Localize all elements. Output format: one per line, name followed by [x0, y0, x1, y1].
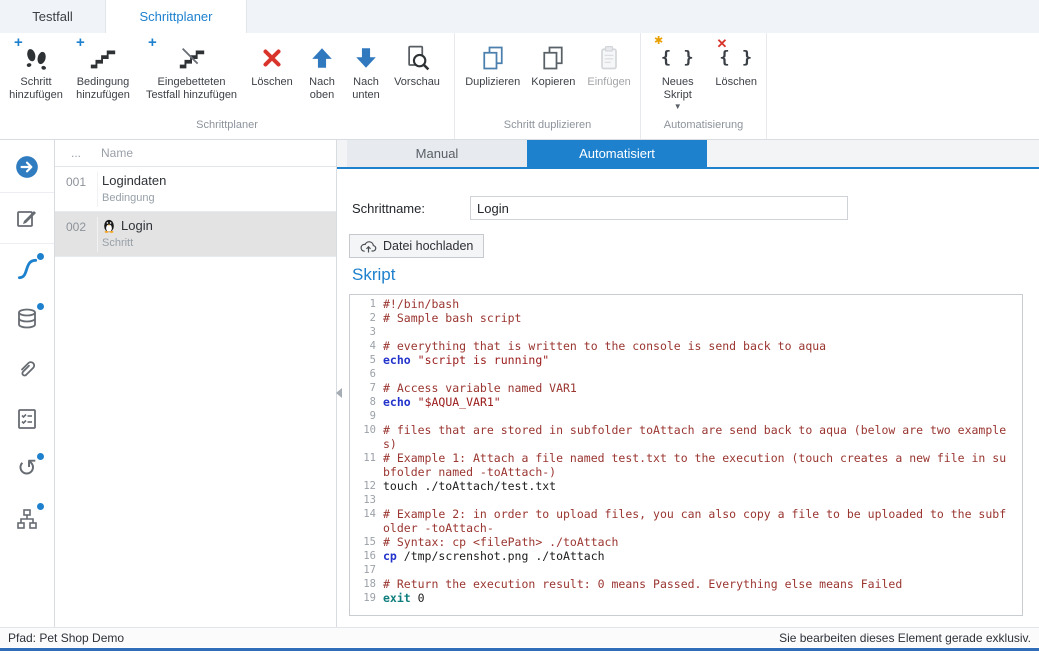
ribbon-group-schritt-duplizieren: Duplizieren Kopieren: [455, 33, 641, 139]
sidebar-item-attachments[interactable]: [0, 344, 54, 394]
column-header-dots[interactable]: ...: [55, 146, 97, 160]
tab-schrittplaner[interactable]: Schrittplaner: [105, 0, 247, 34]
edit-pencil-icon: [15, 206, 39, 230]
flow-curve-icon: [14, 256, 40, 282]
sidebar-item-hierarchy[interactable]: [0, 494, 54, 544]
add-step-button[interactable]: + Schritt hinzufügen: [5, 38, 67, 104]
new-script-braces-icon: { } ✱: [647, 40, 708, 76]
step-type: Bedingung: [102, 192, 166, 204]
sidebar-item-navigate[interactable]: [0, 142, 54, 193]
new-script-dropdown-chevron-icon[interactable]: ▼: [674, 103, 682, 111]
sidebar-item-schrittplaner[interactable]: [0, 244, 54, 294]
go-circle-icon: [14, 154, 40, 180]
delete-script-braces-icon: { } ✕: [710, 40, 762, 76]
database-icon: [15, 307, 39, 331]
status-path: Pfad: Pet Shop Demo: [8, 631, 124, 645]
sidebar-item-data[interactable]: [0, 294, 54, 344]
add-step-label: Schritt hinzufügen: [6, 76, 66, 102]
upload-cloud-icon: [360, 240, 377, 253]
arrow-down-icon: [345, 40, 387, 76]
add-condition-label: Bedingung hinzufügen: [68, 76, 138, 102]
script-editor[interactable]: 1#!/bin/bash2# Sample bash script3 4# ev…: [349, 294, 1023, 616]
step-row-logindaten[interactable]: 001 Logindaten Bedingung: [55, 167, 336, 212]
duplicate-label: Duplizieren: [465, 76, 520, 89]
duplicate-pages-icon: [461, 40, 524, 76]
script-heading: Skript: [352, 265, 395, 285]
checklist-icon: [15, 407, 39, 431]
step-row-login[interactable]: 002: [55, 212, 336, 257]
ribbon-group-label-automatisierung: Automatisierung: [641, 119, 766, 139]
preview-magnifier-icon: [389, 40, 445, 76]
step-name-label: Schrittname:: [352, 201, 470, 216]
step-name-input[interactable]: [470, 196, 848, 220]
paste-label: Einfügen: [587, 76, 630, 89]
delete-step-label: Löschen: [251, 76, 293, 89]
hierarchy-icon: [15, 507, 39, 531]
step-number: 001: [55, 172, 98, 207]
move-up-label: Nach oben: [301, 76, 343, 102]
paste-clipboard-icon: [582, 40, 636, 76]
step-list-header: ... Name: [55, 140, 336, 167]
duplicate-button[interactable]: Duplizieren: [460, 38, 525, 91]
delete-step-button[interactable]: Löschen: [244, 38, 300, 91]
ribbon-group-schrittplaner: + Schritt hinzufügen + Bedingung hinzufü…: [0, 33, 455, 139]
script-lines: 1#!/bin/bash2# Sample bash script3 4# ev…: [350, 297, 1022, 605]
content-area: ↺ ... Name 001: [0, 140, 1039, 627]
step-name: Login: [121, 218, 153, 233]
sidebar-item-history[interactable]: ↺: [0, 444, 54, 494]
column-header-name[interactable]: Name: [97, 146, 133, 160]
status-lock-message: Sie bearbeiten dieses Element gerade exk…: [779, 631, 1031, 645]
step-number: 002: [55, 217, 98, 252]
copy-label: Kopieren: [531, 76, 575, 89]
stairs-add-icon: +: [68, 40, 138, 76]
add-embedded-testcase-button[interactable]: + Eingebetteten Testfall hinzufügen: [139, 38, 244, 104]
copy-pages-icon: [526, 40, 580, 76]
detail-panel: Manual Automatisiert Schrittname: Datei …: [337, 140, 1039, 627]
history-undo-icon: ↺: [17, 457, 37, 481]
preview-label: Vorschau: [394, 76, 440, 89]
sidebar-item-tasks[interactable]: [0, 394, 54, 444]
add-condition-button[interactable]: + Bedingung hinzufügen: [67, 38, 139, 104]
detail-tabstrip: Manual Automatisiert: [337, 140, 1039, 169]
step-name-row: Schrittname:: [352, 196, 848, 220]
ribbon: + Schritt hinzufügen + Bedingung hinzufü…: [0, 33, 1039, 140]
collapse-left-arrow-icon[interactable]: [336, 388, 342, 398]
linux-penguin-icon: [102, 218, 116, 233]
ribbon-group-automatisierung: { } ✱ Neues Skript ▼ { } ✕ Löschen Autom…: [641, 33, 767, 139]
status-bar: Pfad: Pet Shop Demo Sie bearbeiten diese…: [0, 627, 1039, 647]
move-down-button[interactable]: Nach unten: [344, 38, 388, 104]
app-window: Testfall Schrittplaner: [0, 0, 1039, 654]
sidebar-item-edit[interactable]: [0, 193, 54, 244]
footprints-add-icon: +: [6, 40, 66, 76]
add-embedded-testcase-label: Eingebetteten Testfall hinzufügen: [140, 76, 243, 102]
copy-button[interactable]: Kopieren: [525, 38, 581, 91]
upload-file-label: Datei hochladen: [383, 239, 473, 253]
paperclip-icon: [15, 357, 39, 381]
window-bottom-edge: [0, 647, 1039, 654]
step-name: Logindaten: [102, 172, 166, 188]
preview-button[interactable]: Vorschau: [388, 38, 446, 91]
tab-manual[interactable]: Manual: [347, 140, 527, 167]
delete-script-button[interactable]: { } ✕ Löschen: [709, 38, 763, 91]
ribbon-group-label-schritt-duplizieren: Schritt duplizieren: [455, 119, 640, 139]
tab-testfall[interactable]: Testfall: [0, 0, 105, 33]
new-script-label: Neues Skript: [647, 76, 708, 102]
detail-body: Schrittname: Datei hochladen Skript 1#!/…: [337, 169, 1039, 627]
step-list-panel: ... Name 001 Logindaten Bedingung 002: [55, 140, 337, 627]
arrow-up-icon: [301, 40, 343, 76]
document-tabstrip: Testfall Schrittplaner: [0, 0, 1039, 34]
embedded-testcase-add-icon: +: [140, 40, 243, 76]
move-up-button[interactable]: Nach oben: [300, 38, 344, 104]
ribbon-filler: [767, 33, 1039, 139]
ribbon-group-label-schrittplaner: Schrittplaner: [0, 119, 454, 139]
delete-x-icon: [245, 40, 299, 76]
delete-script-label: Löschen: [715, 76, 757, 89]
move-down-label: Nach unten: [345, 76, 387, 102]
paste-button[interactable]: Einfügen: [581, 38, 637, 91]
tab-automatisiert[interactable]: Automatisiert: [527, 140, 707, 167]
step-type: Schritt: [102, 237, 153, 249]
new-script-button[interactable]: { } ✱ Neues Skript ▼: [646, 38, 709, 113]
left-icon-sidebar: ↺: [0, 140, 55, 627]
upload-file-button[interactable]: Datei hochladen: [349, 234, 484, 258]
